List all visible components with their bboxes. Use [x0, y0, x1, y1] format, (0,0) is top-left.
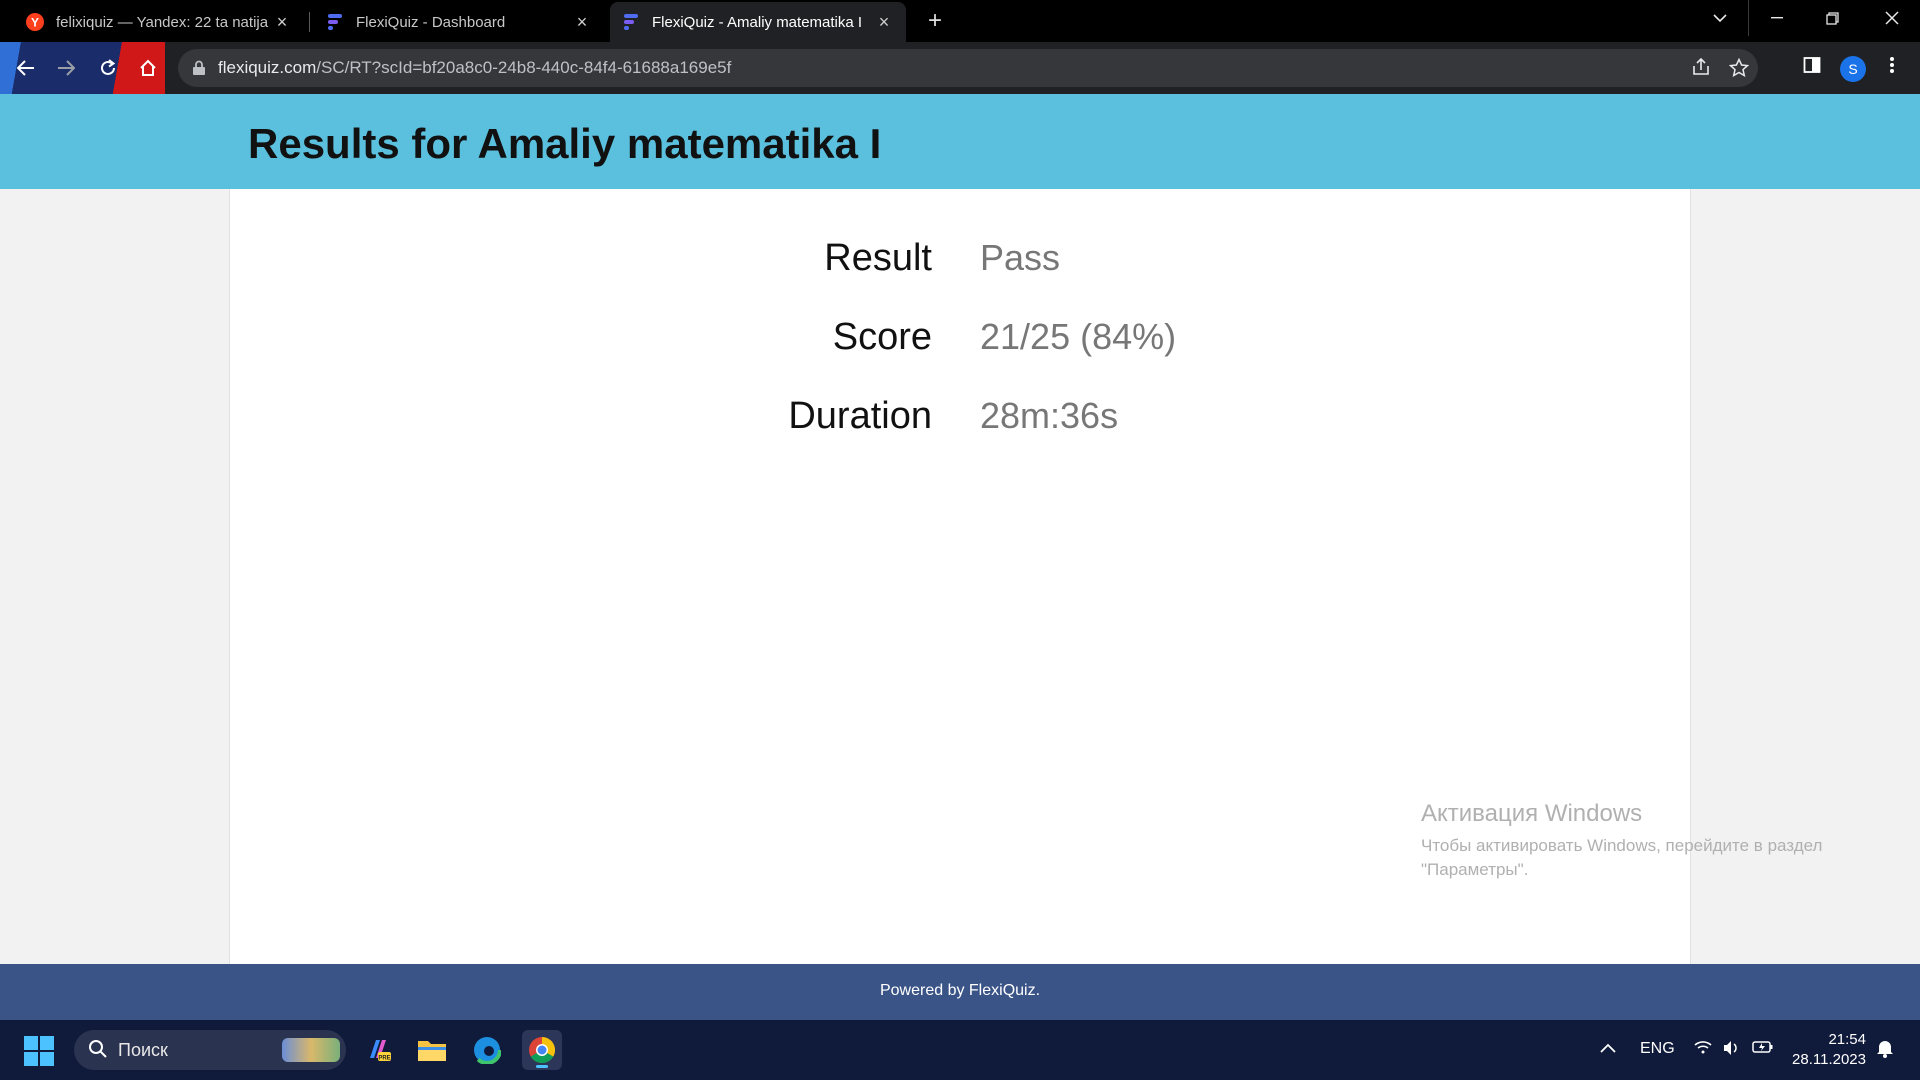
show-hidden-icons-button[interactable] — [1600, 1040, 1616, 1058]
home-icon — [140, 59, 156, 76]
active-app-indicator — [536, 1065, 548, 1068]
score-label: Score — [832, 316, 932, 358]
close-icon — [1885, 11, 1899, 25]
tab-flexiquiz-dashboard[interactable]: FlexiQuiz - Dashboard × — [314, 2, 604, 42]
search-placeholder: Поиск — [118, 1040, 168, 1060]
powered-by-link[interactable]: Powered by FlexiQuiz. — [0, 982, 1920, 1000]
forward-button[interactable] — [52, 54, 80, 82]
home-button[interactable] — [134, 54, 162, 82]
windows-taskbar: Поиск PRE ENG 21:54 28.11.2023 — [0, 1020, 1920, 1080]
tab-title: FlexiQuiz - Amaliy matematika I — [652, 13, 863, 31]
wifi-icon[interactable] — [1694, 1040, 1712, 1059]
url-host: flexiquiz.com — [218, 58, 317, 77]
volume-icon[interactable] — [1722, 1040, 1740, 1061]
new-tab-button[interactable]: + — [920, 6, 950, 36]
windows-activation-watermark: Активация Windows Чтобы активировать Win… — [1421, 800, 1822, 882]
tab-flexiquiz-results[interactable]: FlexiQuiz - Amaliy matematika I × — [610, 2, 906, 42]
chrome-icon[interactable] — [522, 1030, 562, 1070]
taskbar-clock[interactable]: 21:54 28.11.2023 — [1786, 1030, 1866, 1070]
watermark-line-2: "Параметры". — [1421, 860, 1529, 879]
arrow-right-icon — [58, 60, 75, 76]
back-button[interactable] — [12, 54, 40, 82]
flexiquiz-icon — [326, 13, 344, 31]
close-tab-icon[interactable]: × — [272, 12, 292, 33]
search-highlight-image — [282, 1038, 340, 1062]
result-row: Result Pass — [230, 237, 1692, 287]
copilot-app-icon[interactable]: PRE — [358, 1030, 398, 1070]
tab-title: felixiquiz — Yandex: 22 ta natija — [56, 13, 269, 31]
arrow-left-icon — [17, 60, 34, 76]
yandex-icon: Y — [26, 13, 44, 31]
edge-icon[interactable] — [467, 1030, 507, 1070]
reload-button[interactable] — [94, 54, 122, 82]
score-value: 21/25 (84%) — [980, 316, 1177, 357]
chevron-down-icon — [1713, 14, 1727, 23]
result-label: Result — [824, 237, 932, 279]
score-row: Score 21/25 (84%) — [230, 316, 1692, 366]
reload-icon — [101, 59, 116, 75]
minimize-icon — [1770, 17, 1783, 19]
bookmark-star-icon[interactable] — [1728, 57, 1750, 80]
duration-row: Duration 28m:36s — [230, 395, 1692, 445]
close-tab-icon[interactable]: × — [572, 12, 592, 33]
lock-icon[interactable] — [192, 60, 206, 76]
restore-icon — [1825, 11, 1839, 25]
svg-text:PRE: PRE — [378, 1056, 390, 1062]
browser-tab-strip: Y felixiquiz — Yandex: 22 ta natija × Fl… — [0, 0, 1920, 42]
minimize-button[interactable] — [1748, 0, 1804, 36]
result-value: Pass — [980, 237, 1061, 278]
windows-start-icon[interactable] — [24, 1036, 54, 1066]
notification-bell-icon[interactable] — [1876, 1038, 1894, 1063]
results-header: Results for Amaliy matematika I — [0, 94, 1920, 189]
language-indicator[interactable]: ENG — [1640, 1040, 1675, 1058]
watermark-line-1: Чтобы активировать Windows, перейдите в … — [1421, 836, 1823, 855]
address-bar[interactable]: flexiquiz.com/SC/RT?scId=bf20a8c0-24b8-4… — [178, 49, 1758, 87]
search-icon — [88, 1039, 108, 1064]
battery-icon[interactable] — [1752, 1040, 1774, 1059]
side-panel-icon[interactable] — [1800, 56, 1824, 80]
file-explorer-icon[interactable] — [412, 1030, 452, 1070]
url-path: /SC/RT?scId=bf20a8c0-24b8-440c-84f4-6168… — [316, 58, 732, 77]
share-icon[interactable] — [1690, 57, 1712, 80]
profile-avatar[interactable]: S — [1840, 56, 1866, 82]
duration-label: Duration — [788, 395, 932, 437]
duration-value: 28m:36s — [980, 395, 1119, 436]
url-text[interactable]: flexiquiz.com/SC/RT?scId=bf20a8c0-24b8-4… — [218, 49, 731, 87]
page-footer: Powered by FlexiQuiz. — [0, 964, 1920, 1020]
tab-search-button[interactable] — [1692, 0, 1748, 36]
tab-divider — [309, 12, 310, 32]
tab-title: FlexiQuiz - Dashboard — [356, 13, 506, 31]
close-tab-icon[interactable]: × — [874, 12, 894, 33]
close-window-button[interactable] — [1864, 0, 1920, 36]
tab-yandex-search[interactable]: Y felixiquiz — Yandex: 22 ta natija × — [14, 2, 304, 42]
clock-date: 28.11.2023 — [1792, 1051, 1866, 1068]
taskbar-search-box[interactable]: Поиск — [74, 1030, 346, 1070]
menu-kebab-icon[interactable] — [1880, 56, 1904, 80]
flexiquiz-icon — [622, 13, 640, 31]
watermark-title: Активация Windows — [1421, 800, 1643, 827]
clock-time: 21:54 — [1828, 1031, 1866, 1048]
restore-button[interactable] — [1804, 0, 1860, 36]
browser-toolbar: flexiquiz.com/SC/RT?scId=bf20a8c0-24b8-4… — [0, 42, 1920, 94]
svg-text:Y: Y — [31, 16, 39, 30]
page-title: Results for Amaliy matematika I — [248, 120, 882, 167]
chevron-up-icon — [1600, 1043, 1616, 1053]
